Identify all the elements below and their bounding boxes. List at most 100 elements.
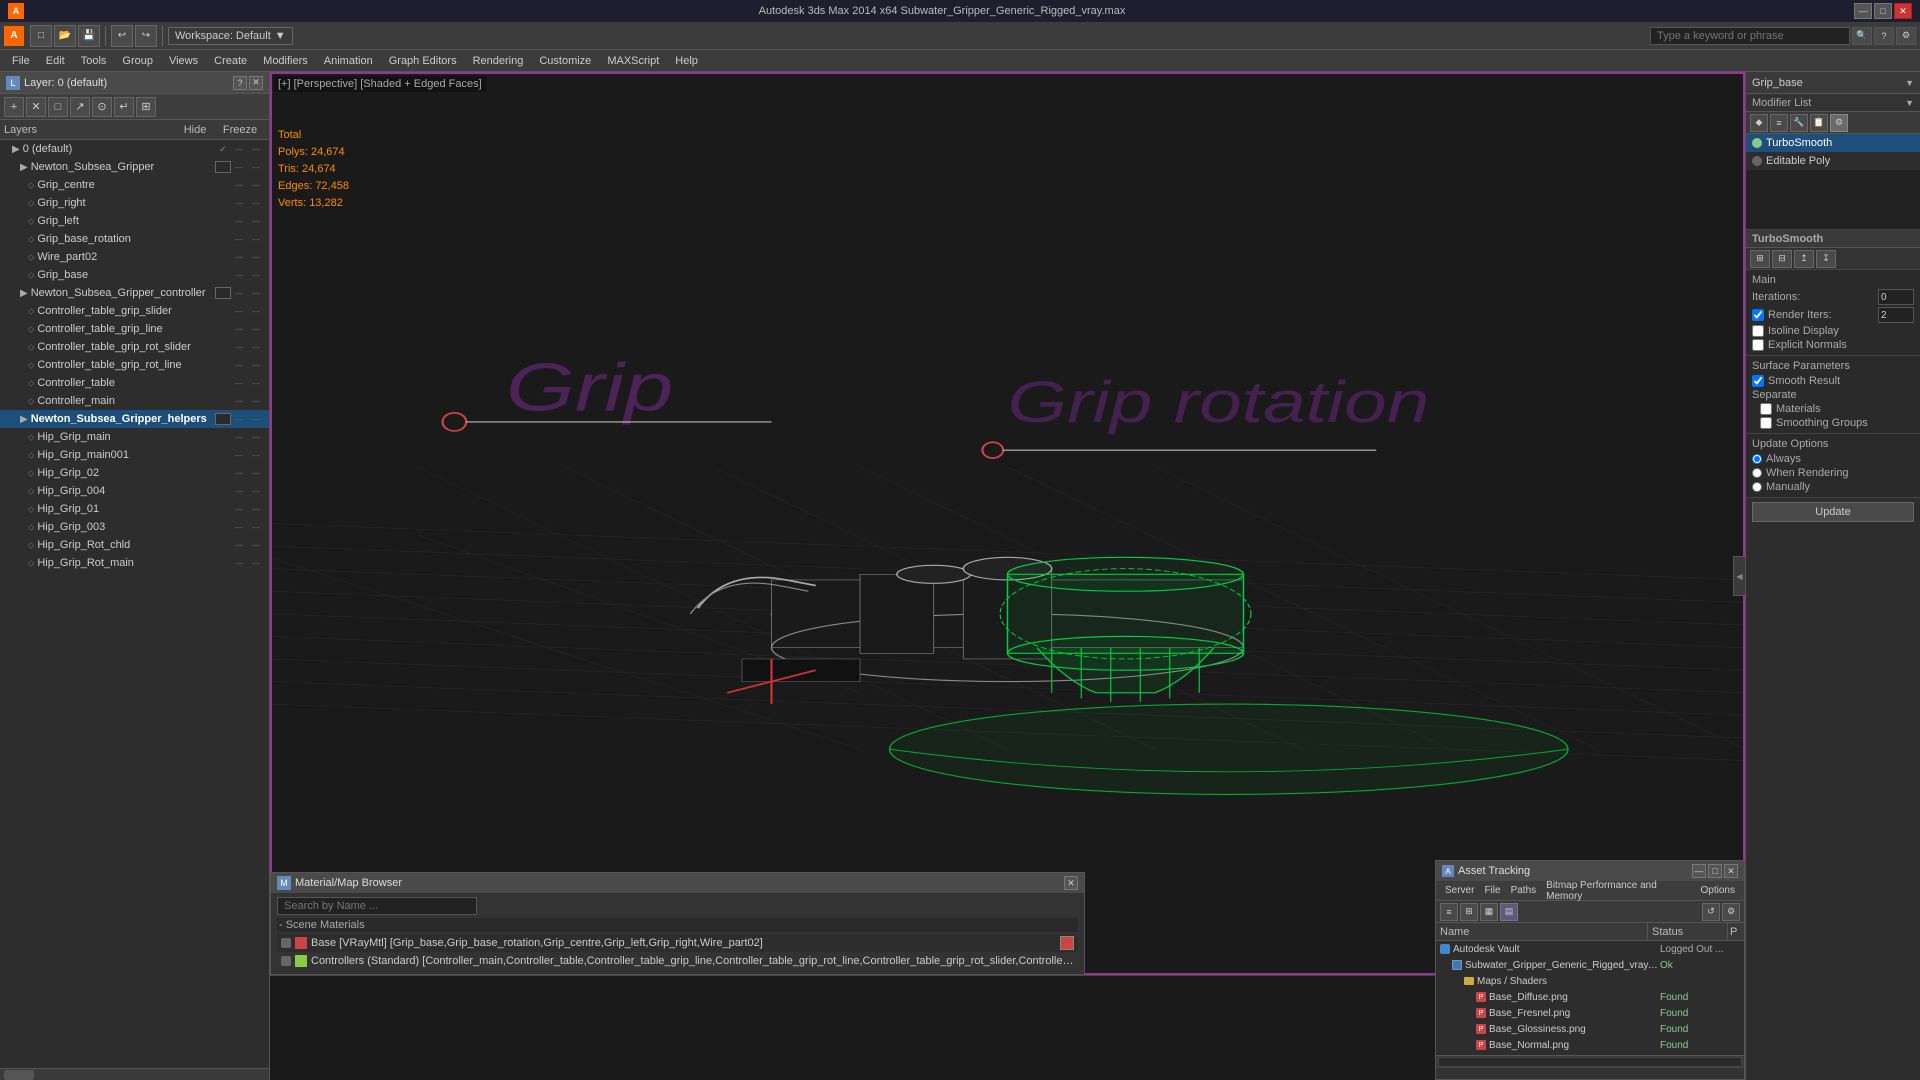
ts-render-iters-checkbox[interactable] (1752, 309, 1764, 321)
material-browser-close-btn[interactable]: ✕ (1064, 876, 1078, 890)
ts-smoothing-groups-checkbox[interactable] (1760, 417, 1772, 429)
list-item[interactable]: ⬦ Hip_Grip_003 — — (0, 518, 269, 536)
asset-btn1[interactable]: ≡ (1440, 903, 1458, 921)
ts-update-btn[interactable]: Update (1752, 502, 1914, 522)
search-btn[interactable]: 🔍 (1852, 27, 1872, 45)
asset-minimize-btn[interactable]: — (1692, 864, 1706, 878)
asset-item[interactable]: P Base_Fresnel.png Found (1436, 1005, 1744, 1021)
menu-help[interactable]: Help (667, 53, 706, 69)
list-item[interactable]: ▶ Newton_Subsea_Gripper_controller — — (0, 284, 269, 302)
mat-search-input[interactable] (277, 897, 477, 915)
asset-settings-btn[interactable]: ⚙ (1722, 903, 1740, 921)
list-item[interactable]: ⬦ Controller_main — — (0, 392, 269, 410)
asset-item[interactable]: P Base_Diffuse.png Found (1436, 989, 1744, 1005)
asset-item[interactable]: P Base_Glossiness.png Found (1436, 1021, 1744, 1037)
asset-item[interactable]: P Base_Normal.png Found (1436, 1037, 1744, 1053)
ts-render-iters-input[interactable] (1878, 307, 1914, 323)
ts-iterations-input[interactable] (1878, 289, 1914, 305)
asset-btn3[interactable]: ▦ (1480, 903, 1498, 921)
list-item[interactable]: ⬦ Hip_Grip_main001 — — (0, 446, 269, 464)
list-item[interactable]: ⬦ Hip_Grip_Rot_chld — — (0, 536, 269, 554)
ts-btn2[interactable]: ⊟ (1772, 250, 1792, 268)
menu-rendering[interactable]: Rendering (465, 53, 532, 69)
list-item[interactable]: ⬦ Hip_Grip_02 — — (0, 464, 269, 482)
list-item[interactable]: ⬦ Controller_table_grip_line — — (0, 320, 269, 338)
asset-close-btn[interactable]: ✕ (1724, 864, 1738, 878)
menu-group[interactable]: Group (114, 53, 161, 69)
list-item[interactable]: ⬦ Grip_base_rotation — — (0, 230, 269, 248)
menu-edit[interactable]: Edit (38, 53, 73, 69)
list-item[interactable]: ⬦ Hip_Grip_004 — — (0, 482, 269, 500)
list-item[interactable]: ⬦ Hip_Grip_Rot_main — — (0, 554, 269, 572)
asset-btn2[interactable]: ⊞ (1460, 903, 1478, 921)
expand-all-btn[interactable]: ⊞ (136, 97, 156, 117)
asset-menu-bitmap[interactable]: Bitmap Performance and Memory (1541, 878, 1695, 904)
select-objs-btn[interactable]: ⊙ (92, 97, 112, 117)
ts-btn3[interactable]: ↥ (1794, 250, 1814, 268)
ts-smooth-result-checkbox[interactable] (1752, 375, 1764, 387)
mod-icon-4[interactable]: 📋 (1810, 114, 1828, 132)
list-item[interactable]: ⬦ Grip_left — — (0, 212, 269, 230)
menu-tools[interactable]: Tools (73, 53, 115, 69)
menu-animation[interactable]: Animation (316, 53, 381, 69)
mod-icon-2[interactable]: ≡ (1770, 114, 1788, 132)
asset-item[interactable]: Subwater_Gripper_Generic_Rigged_vray.max… (1436, 957, 1744, 973)
asset-btn4[interactable]: ▤ (1500, 903, 1518, 921)
asset-menu-file[interactable]: File (1479, 883, 1505, 898)
object-name-field[interactable]: Grip_base ▼ (1746, 72, 1920, 94)
ts-when-rendering-radio[interactable] (1752, 468, 1762, 478)
open-btn[interactable]: 📂 (54, 25, 76, 47)
asset-refresh-btn[interactable]: ↺ (1702, 903, 1720, 921)
new-btn[interactable]: □ (30, 25, 52, 47)
list-item[interactable]: ▶ Newton_Subsea_Gripper_helpers — — (0, 410, 269, 428)
move-to-layer-btn[interactable]: ↗ (70, 97, 90, 117)
modifier-editable-poly[interactable]: Editable Poly (1746, 152, 1920, 170)
list-item[interactable]: ▶ Newton_Subsea_Gripper — — (0, 158, 269, 176)
minimize-btn[interactable]: — (1854, 3, 1872, 19)
menu-views[interactable]: Views (161, 53, 206, 69)
ts-explicit-checkbox[interactable] (1752, 339, 1764, 351)
menu-file[interactable]: File (4, 53, 38, 69)
menu-graph-editors[interactable]: Graph Editors (381, 53, 465, 69)
workspace-selector[interactable]: Workspace: Default ▼ (168, 27, 293, 45)
ts-btn1[interactable]: ⊞ (1750, 250, 1770, 268)
mod-icon-1[interactable]: ◆ (1750, 114, 1768, 132)
layers-help-btn[interactable]: ? (233, 76, 247, 90)
options-btn[interactable]: ⚙ (1896, 27, 1916, 45)
layers-hscrollbar[interactable] (0, 1068, 269, 1080)
asset-item[interactable]: Maps / Shaders (1436, 973, 1744, 989)
modifier-turbosmooth[interactable]: TurboSmooth (1746, 134, 1920, 152)
mod-icon-5[interactable]: ⚙ (1830, 114, 1848, 132)
list-item[interactable]: ⬦ Grip_centre — — (0, 176, 269, 194)
add-layer-btn[interactable]: + (4, 97, 24, 117)
asset-maximize-btn[interactable]: □ (1708, 864, 1722, 878)
mat-item-controllers[interactable]: Controllers (Standard) [Controller_main,… (277, 952, 1078, 970)
right-panel-collapse-btn[interactable]: ◀ (1733, 556, 1745, 596)
close-btn[interactable]: ✕ (1894, 3, 1912, 19)
list-item[interactable]: ▶ 0 (default) ✓ — — (0, 140, 269, 158)
asset-item[interactable]: Autodesk Vault Logged Out ... (1436, 941, 1744, 957)
list-item[interactable]: ⬦ Grip_right — — (0, 194, 269, 212)
list-item[interactable]: ⬦ Wire_part02 — — (0, 248, 269, 266)
list-item[interactable]: ⬦ Hip_Grip_01 — — (0, 500, 269, 518)
asset-hscrollbar[interactable] (1436, 1055, 1744, 1067)
maximize-btn[interactable]: □ (1874, 3, 1892, 19)
undo-btn[interactable]: ↩ (111, 25, 133, 47)
ts-isoline-checkbox[interactable] (1752, 325, 1764, 337)
list-item[interactable]: ⬦ Grip_base — — (0, 266, 269, 284)
ts-always-radio[interactable] (1752, 454, 1762, 464)
asset-menu-paths[interactable]: Paths (1506, 883, 1542, 898)
layers-close-btn[interactable]: ✕ (249, 76, 263, 90)
ts-materials-checkbox[interactable] (1760, 403, 1772, 415)
ts-manually-radio[interactable] (1752, 482, 1762, 492)
list-item[interactable]: ⬦ Controller_table_grip_rot_slider — — (0, 338, 269, 356)
create-layer-btn[interactable]: □ (48, 97, 68, 117)
delete-layer-btn[interactable]: ✕ (26, 97, 46, 117)
asset-menu-options[interactable]: Options (1696, 883, 1740, 898)
mat-item-base[interactable]: Base [VRayMtl] [Grip_base,Grip_base_rota… (277, 934, 1078, 952)
ts-btn4[interactable]: ↧ (1816, 250, 1836, 268)
redo-btn[interactable]: ↪ (135, 25, 157, 47)
list-item[interactable]: ⬦ Controller_table_grip_rot_line — — (0, 356, 269, 374)
menu-modifiers[interactable]: Modifiers (255, 53, 316, 69)
menu-maxscript[interactable]: MAXScript (599, 53, 667, 69)
